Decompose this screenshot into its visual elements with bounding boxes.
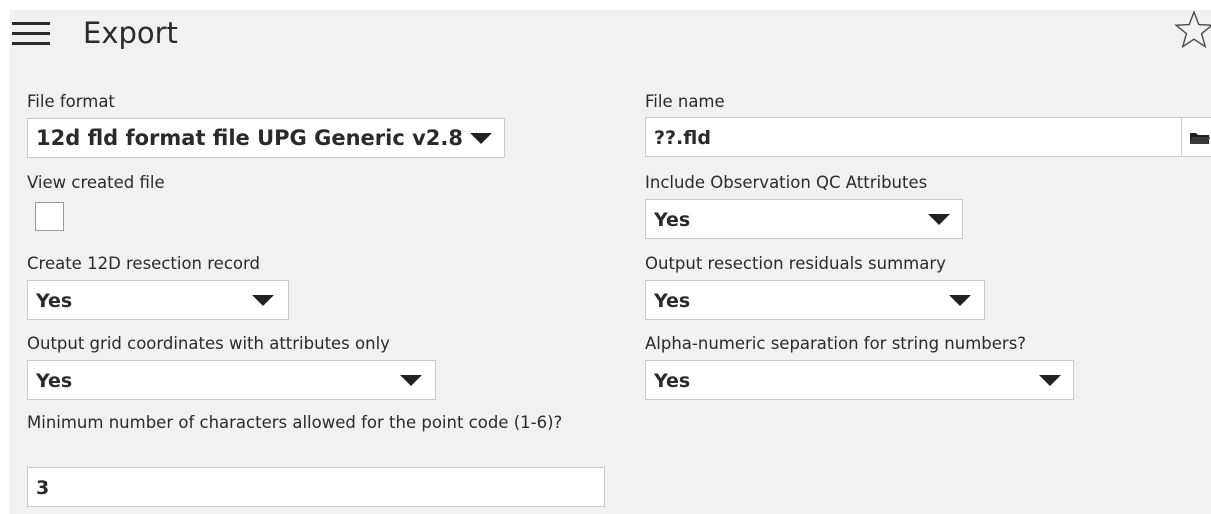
output-resection-residuals-value: Yes	[654, 290, 691, 312]
triangle-down-icon	[470, 133, 492, 144]
star-outline-icon[interactable]	[1174, 8, 1211, 52]
alpha-numeric-separation-label: Alpha-numeric separation for string numb…	[645, 334, 1027, 353]
view-created-file-label: View created file	[27, 173, 165, 192]
min-characters-input[interactable]: 3	[27, 467, 605, 507]
folder-icon	[1190, 133, 1210, 144]
output-grid-coordinates-select[interactable]: Yes	[27, 360, 436, 400]
create-resection-record-select[interactable]: Yes	[27, 280, 289, 320]
create-resection-record-label: Create 12D resection record	[27, 254, 260, 273]
triangle-down-icon	[400, 375, 422, 386]
file-format-select[interactable]: 12d fld format file UPG Generic v2.8	[27, 118, 505, 158]
file-name-input[interactable]: ??.fld	[645, 117, 1182, 157]
view-created-file-checkbox[interactable]	[35, 202, 64, 231]
output-resection-residuals-label: Output resection residuals summary	[645, 254, 946, 273]
file-name-label: File name	[645, 92, 725, 111]
file-format-label: File format	[27, 92, 115, 111]
create-resection-record-value: Yes	[36, 290, 73, 312]
browse-button[interactable]	[1181, 117, 1211, 157]
triangle-down-icon	[252, 295, 274, 306]
output-resection-residuals-select[interactable]: Yes	[645, 280, 985, 320]
triangle-down-icon	[1039, 375, 1061, 386]
include-observation-qc-value: Yes	[654, 209, 691, 231]
file-format-value: 12d fld format file UPG Generic v2.8	[36, 126, 463, 150]
triangle-down-icon	[949, 295, 971, 306]
min-characters-value: 3	[36, 477, 50, 499]
hamburger-menu-icon[interactable]	[12, 22, 50, 46]
include-observation-qc-label: Include Observation QC Attributes	[645, 173, 928, 192]
include-observation-qc-select[interactable]: Yes	[645, 199, 963, 239]
triangle-down-icon	[928, 214, 950, 225]
output-grid-coordinates-label: Output grid coordinates with attributes …	[27, 334, 390, 353]
output-grid-coordinates-value: Yes	[36, 370, 73, 392]
alpha-numeric-separation-value: Yes	[654, 370, 691, 392]
page-title: Export	[83, 16, 178, 50]
file-name-value: ??.fld	[654, 127, 711, 149]
min-characters-label: Minimum number of characters allowed for…	[27, 413, 563, 432]
alpha-numeric-separation-select[interactable]: Yes	[645, 360, 1074, 400]
